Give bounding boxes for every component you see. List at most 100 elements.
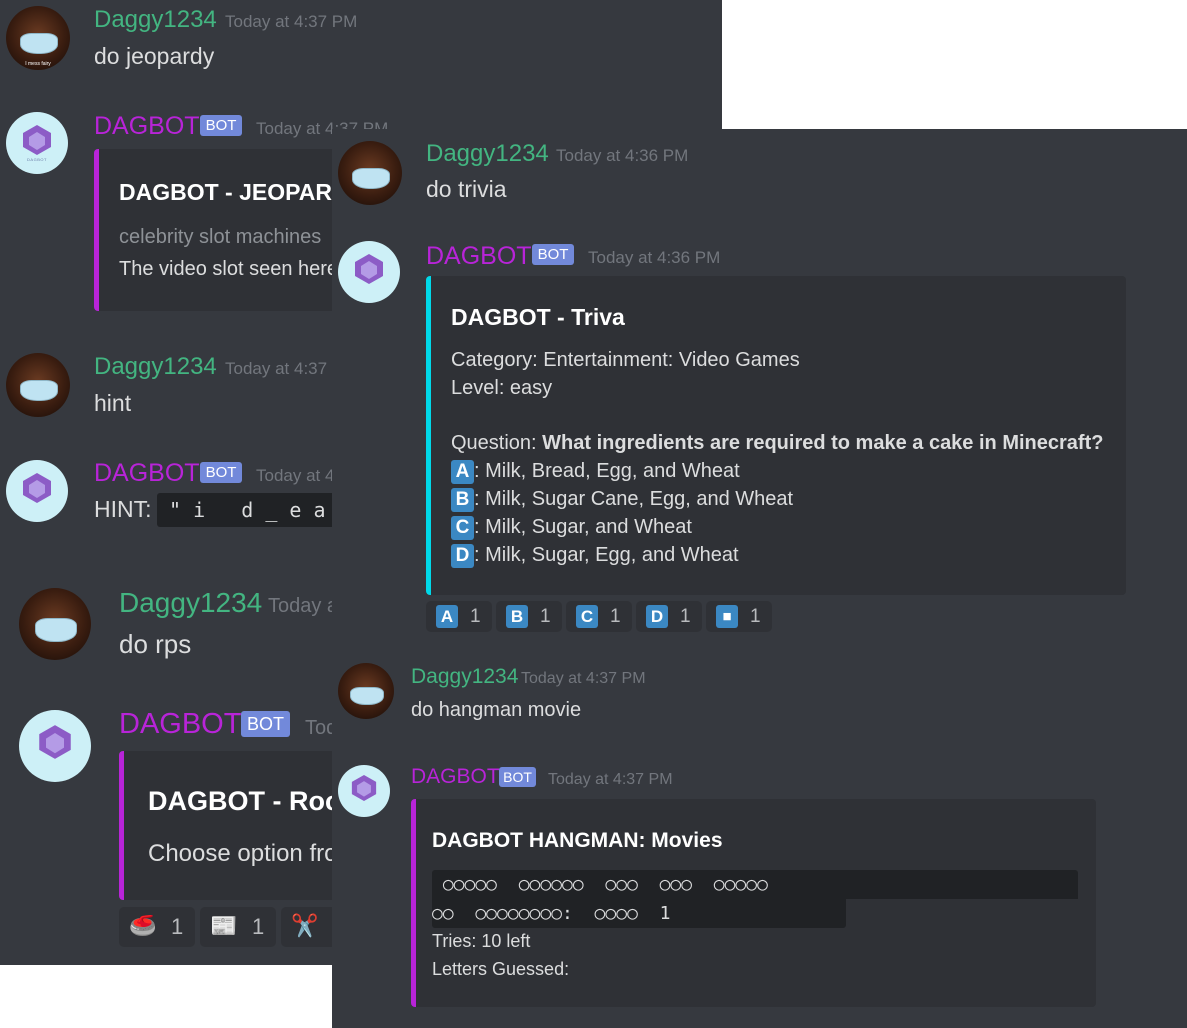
newspaper-icon: 📰 [210, 913, 238, 938]
timestamp: Today at 4:37 PM [548, 771, 673, 788]
answer-option-c: C: Milk, Sugar, and Wheat [451, 516, 692, 540]
message-text: do jeopardy [94, 43, 215, 69]
bot-name[interactable]: DAGBOT [94, 112, 200, 141]
user-avatar[interactable]: I mess fairy [6, 6, 70, 70]
hangman-tries: Tries: 10 left [432, 931, 531, 951]
option-text: : Milk, Bread, Egg, and Wheat [474, 460, 740, 482]
bot-badge: BOT [200, 115, 242, 136]
reaction-d[interactable]: D 1 [636, 601, 702, 632]
mask-shape [352, 167, 390, 190]
username[interactable]: Daggy1234 [119, 587, 262, 619]
question-label: Question: [451, 432, 537, 454]
trivia-embed: DAGBOT - Triva Category: Entertainment: … [426, 276, 1126, 595]
letter-a-icon: A [451, 460, 474, 484]
letter-c-icon: C [451, 516, 474, 540]
message-text: hint [94, 390, 132, 416]
embed-text: The video slot seen here [119, 258, 339, 280]
reaction-count: 1 [610, 606, 621, 627]
timestamp: Today at 4:36 PM [556, 146, 689, 165]
reaction-stop[interactable]: ■ 1 [706, 601, 772, 632]
user-avatar[interactable] [19, 588, 91, 660]
reaction-count: 1 [540, 606, 551, 627]
user-avatar[interactable] [338, 663, 394, 719]
letter-c-icon: C [576, 605, 598, 628]
avatar-caption: I mess fairy [25, 61, 51, 68]
reaction-a[interactable]: A 1 [426, 601, 492, 632]
bot-name[interactable]: DAGBOT [411, 765, 500, 789]
answer-option-d: D: Milk, Sugar, Egg, and Wheat [451, 544, 739, 568]
reaction-count: 1 [750, 606, 761, 627]
user-avatar[interactable] [338, 141, 402, 205]
embed-title: DAGBOT - JEOPARDY [119, 179, 364, 205]
reaction-rock[interactable]: 🥌 1 [119, 907, 195, 947]
embed-title: DAGBOT HANGMAN: Movies [432, 829, 723, 852]
reaction-count: 1 [171, 914, 184, 939]
chat-panel-front: Daggy1234 Today at 4:36 PM do trivia DAG… [332, 129, 1187, 1028]
embed-accent-bar [411, 799, 416, 1007]
embed-text: Choose option from [148, 840, 358, 867]
bot-avatar-caption: DAGBOT [27, 156, 47, 162]
letter-b-icon: B [451, 488, 474, 512]
embed-accent-bar [426, 276, 431, 595]
mask-shape [34, 618, 78, 642]
hint-label: HINT: [94, 496, 152, 522]
bot-avatar[interactable] [6, 460, 68, 522]
option-text: : Milk, Sugar Cane, Egg, and Wheat [474, 488, 794, 510]
reaction-paper[interactable]: 📰 1 [200, 907, 276, 947]
bot-avatar[interactable] [338, 765, 390, 817]
trivia-question: Question: What ingredients are required … [451, 432, 1103, 455]
letter-b-icon: B [506, 605, 528, 628]
stop-button-icon: ■ [716, 605, 738, 628]
bot-avatar[interactable] [338, 241, 400, 303]
timestamp: Today at 4:37 PM [225, 12, 358, 31]
mask-shape [20, 379, 58, 402]
message-text: do trivia [426, 176, 507, 202]
bot-avatar[interactable]: DAGBOT [6, 112, 68, 174]
embed-accent-bar [94, 149, 99, 311]
username[interactable]: Daggy1234 [426, 140, 549, 168]
user-avatar[interactable] [6, 353, 70, 417]
hexagon-logo-icon [351, 775, 377, 802]
trivia-level: Level: easy [451, 377, 553, 399]
hangman-code-line2: ○○ ○○○○○○○○: ○○○○ 1 [432, 899, 846, 928]
bot-name[interactable]: DAGBOT [119, 708, 241, 741]
hexagon-logo-icon [355, 253, 383, 284]
bot-badge: BOT [499, 767, 536, 787]
username[interactable]: Daggy1234 [94, 353, 217, 381]
curling-stone-icon: 🥌 [129, 913, 157, 938]
option-text: : Milk, Sugar, Egg, and Wheat [474, 544, 739, 566]
scissors-icon: ✂️ [291, 913, 319, 938]
embed-title: DAGBOT - Rock [148, 786, 356, 816]
reaction-c[interactable]: C 1 [566, 601, 632, 632]
hexagon-logo-icon [23, 124, 51, 155]
letter-d-icon: D [646, 605, 668, 628]
hangman-embed: DAGBOT HANGMAN: Movies ○○○○○ ○○○○○○ ○○○ … [411, 799, 1096, 1007]
mask-shape [20, 32, 58, 55]
bot-name[interactable]: DAGBOT [426, 242, 532, 271]
letter-d-icon: D [451, 544, 474, 568]
bot-avatar[interactable] [19, 710, 91, 782]
username[interactable]: Daggy1234 [94, 6, 217, 34]
reaction-count: 1 [470, 606, 481, 627]
answer-option-b: B: Milk, Sugar Cane, Egg, and Wheat [451, 488, 793, 512]
reaction-count: 1 [252, 914, 265, 939]
hexagon-logo-icon [39, 725, 71, 760]
message-text: do rps [119, 629, 192, 659]
embed-category: celebrity slot machines [119, 226, 322, 248]
letter-a-icon: A [436, 605, 458, 628]
bot-name[interactable]: DAGBOT [94, 459, 200, 488]
answer-option-a: A: Milk, Bread, Egg, and Wheat [451, 460, 740, 484]
message-text: do hangman movie [411, 699, 582, 721]
bot-badge: BOT [241, 711, 290, 737]
timestamp: Today at 4:37 [225, 359, 328, 378]
timestamp: Today at 4 [256, 466, 335, 485]
hexagon-logo-icon [23, 472, 51, 503]
reaction-b[interactable]: B 1 [496, 601, 562, 632]
option-text: : Milk, Sugar, and Wheat [474, 516, 692, 538]
timestamp: Today at 4:36 PM [588, 248, 721, 267]
reaction-count: 1 [680, 606, 691, 627]
username[interactable]: Daggy1234 [411, 665, 518, 689]
hangman-letters-guessed: Letters Guessed: [432, 959, 570, 979]
embed-title: DAGBOT - Triva [451, 304, 625, 330]
bot-badge: BOT [532, 244, 574, 265]
